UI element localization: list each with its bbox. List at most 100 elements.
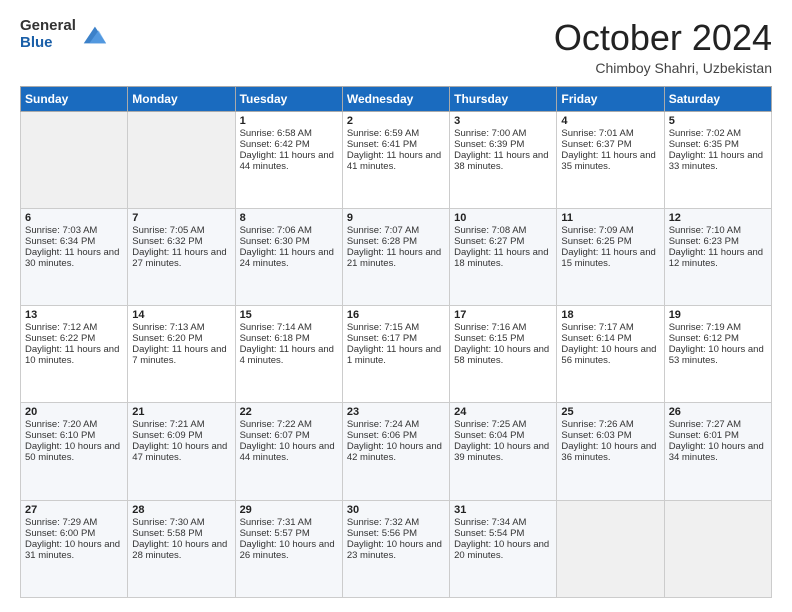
sunset-text: Sunset: 6:37 PM	[561, 139, 659, 150]
calendar-cell: 8Sunrise: 7:06 AMSunset: 6:30 PMDaylight…	[235, 208, 342, 305]
sunrise-text: Sunrise: 7:22 AM	[240, 419, 338, 430]
month-title: October 2024	[554, 18, 772, 58]
sunrise-text: Sunrise: 7:30 AM	[132, 517, 230, 528]
sunrise-text: Sunrise: 7:09 AM	[561, 225, 659, 236]
calendar-cell: 3Sunrise: 7:00 AMSunset: 6:39 PMDaylight…	[450, 111, 557, 208]
day-number: 6	[25, 212, 123, 224]
calendar-cell: 7Sunrise: 7:05 AMSunset: 6:32 PMDaylight…	[128, 208, 235, 305]
sunset-text: Sunset: 6:20 PM	[132, 333, 230, 344]
sunrise-text: Sunrise: 7:24 AM	[347, 419, 445, 430]
calendar-cell: 28Sunrise: 7:30 AMSunset: 5:58 PMDayligh…	[128, 500, 235, 597]
day-number: 22	[240, 406, 338, 418]
sunset-text: Sunset: 6:00 PM	[25, 528, 123, 539]
calendar-cell: 26Sunrise: 7:27 AMSunset: 6:01 PMDayligh…	[664, 403, 771, 500]
calendar-cell: 12Sunrise: 7:10 AMSunset: 6:23 PMDayligh…	[664, 208, 771, 305]
sunset-text: Sunset: 6:27 PM	[454, 236, 552, 247]
col-header-wednesday: Wednesday	[342, 86, 449, 111]
sunrise-text: Sunrise: 7:13 AM	[132, 322, 230, 333]
day-number: 25	[561, 406, 659, 418]
week-row-2: 6Sunrise: 7:03 AMSunset: 6:34 PM Daylight…	[21, 208, 772, 305]
daylight-text: Daylight: 10 hours and 39 minutes.	[454, 441, 552, 463]
calendar-cell: 4Sunrise: 7:01 AMSunset: 6:37 PMDaylight…	[557, 111, 664, 208]
day-number: 7	[132, 212, 230, 224]
sunrise-text: Sunrise: 7:05 AM	[132, 225, 230, 236]
calendar-cell	[664, 500, 771, 597]
calendar-cell	[21, 111, 128, 208]
calendar-table: SundayMondayTuesdayWednesdayThursdayFrid…	[20, 86, 772, 598]
calendar-cell: 5Sunrise: 7:02 AMSunset: 6:35 PMDaylight…	[664, 111, 771, 208]
day-number: 20	[25, 406, 123, 418]
day-number: 12	[669, 212, 767, 224]
calendar-cell: 2Sunrise: 6:59 AMSunset: 6:41 PMDaylight…	[342, 111, 449, 208]
week-row-4: 20Sunrise: 7:20 AMSunset: 6:10 PMDayligh…	[21, 403, 772, 500]
col-header-friday: Friday	[557, 86, 664, 111]
sunrise-text: Sunrise: 7:20 AM	[25, 419, 123, 430]
daylight-text: Daylight: 11 hours and 15 minutes.	[561, 247, 659, 269]
sunrise-text: Sunrise: 7:17 AM	[561, 322, 659, 333]
sunset-text: Sunset: 6:32 PM	[132, 236, 230, 247]
sunset-text: Sunset: 6:39 PM	[454, 139, 552, 150]
calendar-cell: 13Sunrise: 7:12 AMSunset: 6:22 PMDayligh…	[21, 306, 128, 403]
day-number: 24	[454, 406, 552, 418]
daylight-text: Daylight: 10 hours and 47 minutes.	[132, 441, 230, 463]
calendar-cell: 11Sunrise: 7:09 AMSunset: 6:25 PMDayligh…	[557, 208, 664, 305]
sunrise-text: Sunrise: 7:02 AM	[669, 128, 767, 139]
sunrise-text: Sunrise: 7:26 AM	[561, 419, 659, 430]
subtitle: Chimboy Shahri, Uzbekistan	[554, 60, 772, 76]
daylight-text: Daylight: 11 hours and 18 minutes.	[454, 247, 552, 269]
col-header-thursday: Thursday	[450, 86, 557, 111]
calendar-cell: 31Sunrise: 7:34 AMSunset: 5:54 PMDayligh…	[450, 500, 557, 597]
day-number: 27	[25, 504, 123, 516]
calendar-cell: 15Sunrise: 7:14 AMSunset: 6:18 PMDayligh…	[235, 306, 342, 403]
sunset-text: Sunset: 6:34 PM	[25, 236, 123, 247]
daylight-text: Daylight: 11 hours and 12 minutes.	[669, 247, 767, 269]
header-row: SundayMondayTuesdayWednesdayThursdayFrid…	[21, 86, 772, 111]
calendar-cell: 20Sunrise: 7:20 AMSunset: 6:10 PMDayligh…	[21, 403, 128, 500]
calendar-page: General Blue October 2024 Chimboy Shahri…	[0, 0, 792, 612]
sunrise-text: Sunrise: 7:07 AM	[347, 225, 445, 236]
calendar-cell: 30Sunrise: 7:32 AMSunset: 5:56 PMDayligh…	[342, 500, 449, 597]
sunrise-text: Sunrise: 7:19 AM	[669, 322, 767, 333]
sunset-text: Sunset: 6:18 PM	[240, 333, 338, 344]
daylight-text: Daylight: 11 hours and 38 minutes.	[454, 150, 552, 172]
sunset-text: Sunset: 6:23 PM	[669, 236, 767, 247]
sunset-text: Sunset: 6:07 PM	[240, 430, 338, 441]
sunrise-text: Sunrise: 7:01 AM	[561, 128, 659, 139]
daylight-text: Daylight: 10 hours and 34 minutes.	[669, 441, 767, 463]
week-row-5: 27Sunrise: 7:29 AMSunset: 6:00 PMDayligh…	[21, 500, 772, 597]
day-number: 2	[347, 115, 445, 127]
sunset-text: Sunset: 6:03 PM	[561, 430, 659, 441]
sunrise-text: Sunrise: 7:21 AM	[132, 419, 230, 430]
calendar-cell: 24Sunrise: 7:25 AMSunset: 6:04 PMDayligh…	[450, 403, 557, 500]
day-number: 13	[25, 309, 123, 321]
daylight-text: Daylight: 11 hours and 1 minute.	[347, 344, 445, 366]
sunset-text: Sunset: 6:22 PM	[25, 333, 123, 344]
sunrise-text: Sunrise: 7:06 AM	[240, 225, 338, 236]
calendar-cell: 29Sunrise: 7:31 AMSunset: 5:57 PMDayligh…	[235, 500, 342, 597]
sunset-text: Sunset: 6:06 PM	[347, 430, 445, 441]
calendar-cell	[128, 111, 235, 208]
day-number: 5	[669, 115, 767, 127]
daylight-text: Daylight: 10 hours and 20 minutes.	[454, 539, 552, 561]
daylight-text: Daylight: 11 hours and 10 minutes.	[25, 344, 123, 366]
daylight-text: Daylight: 11 hours and 35 minutes.	[561, 150, 659, 172]
calendar-cell: 21Sunrise: 7:21 AMSunset: 6:09 PMDayligh…	[128, 403, 235, 500]
sunrise-text: Sunrise: 7:03 AM	[25, 225, 123, 236]
day-number: 10	[454, 212, 552, 224]
sunset-text: Sunset: 5:57 PM	[240, 528, 338, 539]
sunset-text: Sunset: 6:04 PM	[454, 430, 552, 441]
calendar-cell: 10Sunrise: 7:08 AMSunset: 6:27 PMDayligh…	[450, 208, 557, 305]
daylight-text: Daylight: 11 hours and 33 minutes.	[669, 150, 767, 172]
title-block: October 2024 Chimboy Shahri, Uzbekistan	[554, 18, 772, 76]
calendar-cell: 16Sunrise: 7:15 AMSunset: 6:17 PMDayligh…	[342, 306, 449, 403]
day-number: 8	[240, 212, 338, 224]
day-number: 28	[132, 504, 230, 516]
daylight-text: Daylight: 11 hours and 4 minutes.	[240, 344, 338, 366]
sunrise-text: Sunrise: 7:16 AM	[454, 322, 552, 333]
day-number: 29	[240, 504, 338, 516]
day-number: 30	[347, 504, 445, 516]
sunset-text: Sunset: 6:30 PM	[240, 236, 338, 247]
daylight-text: Daylight: 10 hours and 53 minutes.	[669, 344, 767, 366]
daylight-text: Daylight: 11 hours and 27 minutes.	[132, 247, 230, 269]
day-number: 15	[240, 309, 338, 321]
